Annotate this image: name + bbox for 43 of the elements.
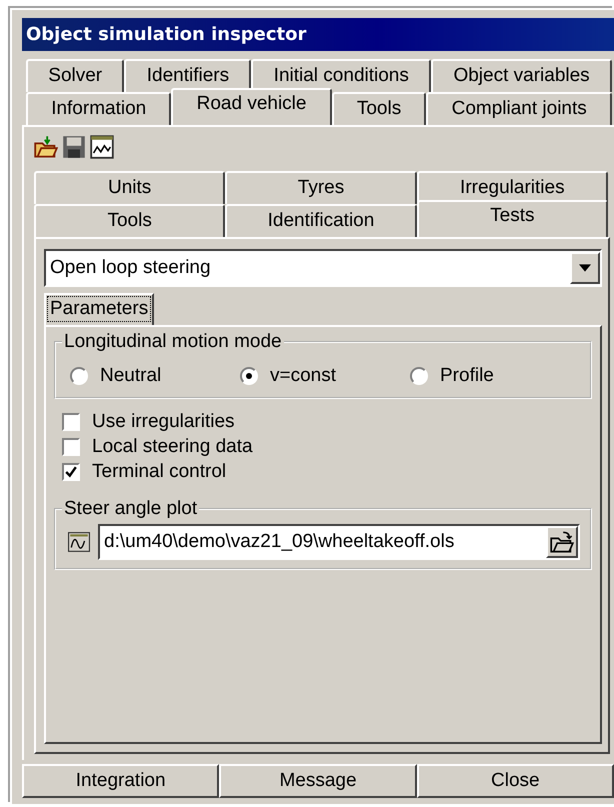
tab[interactable]: Object variables [431,59,612,92]
tab[interactable]: Units [34,171,226,204]
dropdown-button[interactable] [570,252,600,284]
dialog-button[interactable]: Message [219,764,417,798]
tab[interactable]: Road vehicle [171,88,332,125]
radio-button[interactable] [240,367,258,385]
window-title: Object simulation inspector [26,24,306,45]
checkbox[interactable] [62,462,80,480]
open-folder-icon[interactable] [34,135,58,159]
tab[interactable]: Information [26,92,172,125]
dropdown-value: Open loop steering [49,257,212,279]
radio-button[interactable] [70,367,88,385]
chart-icon[interactable] [90,135,114,159]
checkbox-label: Local steering data [92,436,253,458]
radio-label: Profile [440,365,494,387]
tab[interactable]: Tools [332,92,426,125]
tab[interactable]: Tyres [225,171,417,204]
caret-icon [579,264,591,272]
tab[interactable]: Solver [26,59,124,92]
tab[interactable]: Tests [416,200,608,237]
tab[interactable]: Initial conditions [251,59,432,92]
checkbox-label: Terminal control [92,460,226,482]
radio-button[interactable] [410,367,428,385]
tab[interactable]: Tools [34,204,226,237]
file-path-field[interactable]: d:\um40\demo\vaz21_09\wheeltakeoff.ols [98,524,580,560]
checkbox[interactable] [62,412,80,430]
tab[interactable]: Compliant joints [426,92,612,125]
browse-button[interactable] [546,526,578,558]
group-title: Steer angle plot [62,498,200,520]
checkbox-label: Use irregularities [92,410,235,432]
graph-icon[interactable] [68,532,90,552]
dialog-button[interactable]: Close [416,764,614,798]
tab[interactable]: Parameters [44,293,154,325]
group-title: Longitudinal motion mode [62,331,284,353]
test-dropdown[interactable]: Open loop steering [44,249,602,287]
radio-label: Neutral [100,365,162,387]
save-icon[interactable] [62,135,86,159]
tab[interactable]: Identifiers [124,59,252,92]
tab[interactable]: Identification [225,204,417,237]
open-folder-icon [550,530,574,554]
radio-label: v=const [270,365,336,387]
dialog-button[interactable]: Integration [22,764,220,798]
checkbox[interactable] [62,438,80,456]
